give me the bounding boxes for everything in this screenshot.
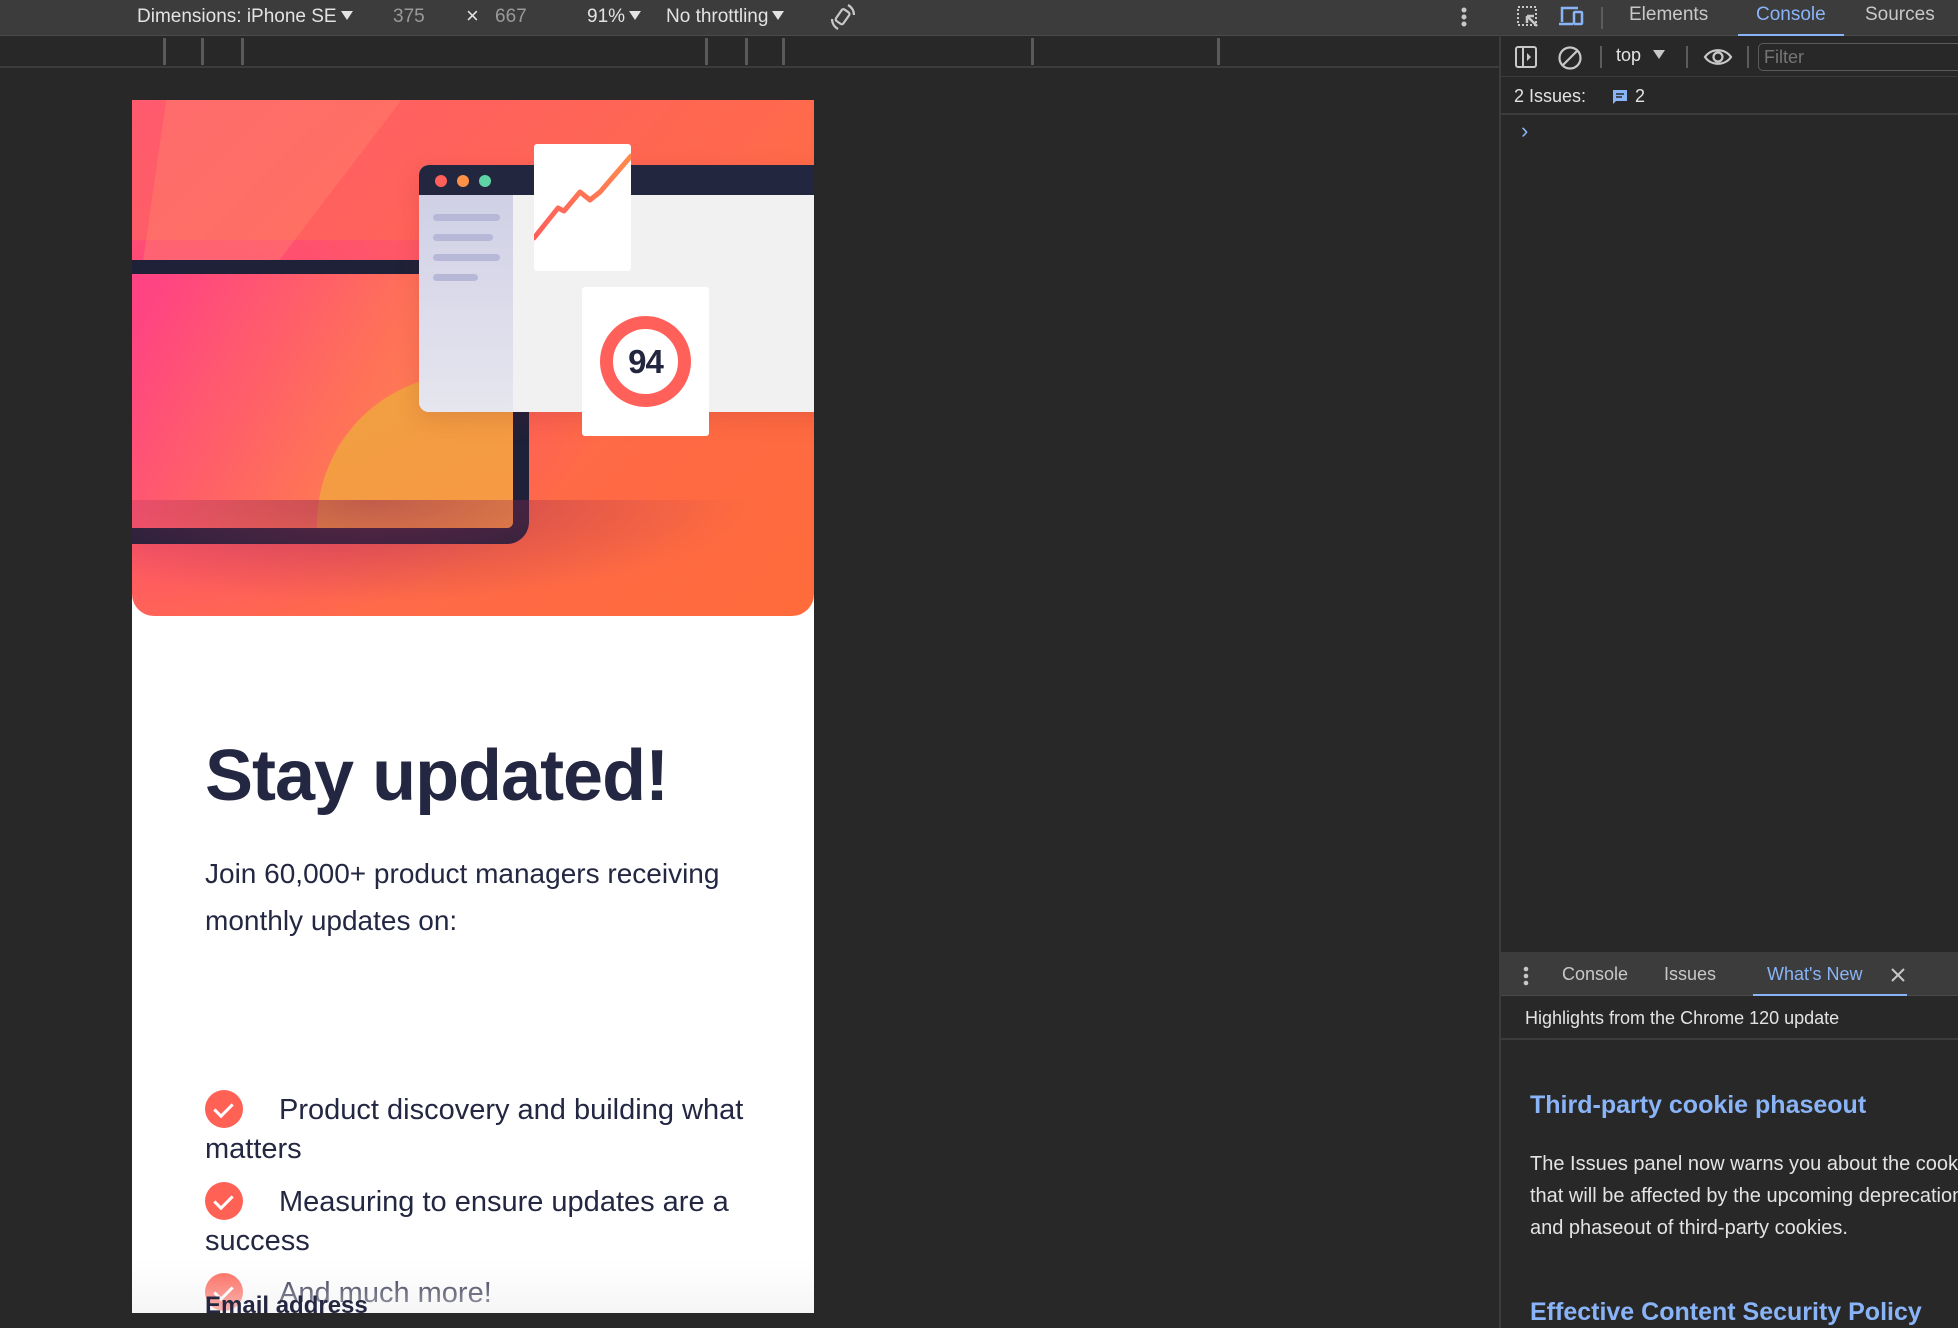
feature-item: Measuring to ensure updates are a succes… — [205, 1182, 745, 1261]
throttling-dropdown[interactable]: No throttling — [666, 4, 785, 30]
close-dot-icon — [435, 175, 447, 187]
feature-item: Product discovery and building what matt… — [205, 1090, 745, 1169]
chevron-down-icon — [772, 11, 785, 20]
devtools-tab-bar: Elements Console Sources — [1501, 0, 1958, 36]
hero-shadow — [132, 500, 814, 616]
divider — [1501, 1038, 1958, 1040]
device-dimensions-dropdown[interactable]: Dimensions: iPhone SE — [137, 4, 353, 30]
clear-console-icon[interactable] — [1557, 45, 1583, 76]
score-ring: 94 — [600, 316, 691, 407]
devtools-drawer: Console Issues What's New Highlights fro… — [1501, 952, 1958, 1328]
ruler-tick[interactable] — [705, 38, 708, 65]
sidebar-line — [433, 254, 500, 261]
chart-card — [534, 144, 631, 271]
sidebar-line — [433, 274, 478, 281]
tab-elements[interactable]: Elements — [1629, 0, 1708, 36]
issues-label: 2 Issues: — [1514, 86, 1587, 106]
device-dimensions-label: Dimensions: iPhone SE — [137, 6, 337, 27]
drawer-tab-label: What's New — [1767, 964, 1863, 984]
drawer-tab-console[interactable]: Console — [1562, 954, 1628, 996]
email-label: Email address — [205, 1292, 368, 1313]
console-filter-input[interactable] — [1758, 43, 1958, 71]
issues-bar[interactable]: 2 Issues: 2 — [1501, 78, 1958, 115]
device-toolbar: Dimensions: iPhone SE 375 × 667 91% No t… — [0, 0, 1499, 36]
highlights-text: Highlights from the Chrome 120 update — [1525, 1008, 1840, 1028]
message-icon — [1611, 88, 1629, 111]
score-card: 94 — [582, 287, 709, 436]
close-icon[interactable] — [1890, 967, 1906, 988]
devtools-panel: Elements Console Sources top 2 Issues: 2… — [1499, 0, 1958, 1328]
hero-illustration: 94 — [132, 100, 814, 616]
chevron-down-icon — [629, 11, 642, 20]
tab-console[interactable]: Console — [1738, 0, 1844, 36]
ruler-tick[interactable] — [241, 38, 244, 65]
page-title: Stay updated! — [205, 736, 669, 816]
viewport-width-input[interactable]: 375 — [393, 4, 425, 30]
trend-line-icon — [534, 153, 631, 241]
chevron-down-icon — [340, 11, 353, 20]
drawer-tab-bar: Console Issues What's New — [1501, 954, 1958, 996]
tab-sources[interactable]: Sources — [1865, 0, 1935, 36]
feature-text: Product discovery and building what matt… — [205, 1094, 744, 1165]
sidebar-line — [433, 234, 493, 241]
console-prompt-icon[interactable]: › — [1521, 118, 1528, 144]
browser-sidebar — [419, 195, 513, 412]
separator — [1686, 46, 1688, 68]
zoom-label: 91% — [587, 6, 626, 27]
viewport-height-input[interactable]: 667 — [495, 4, 527, 30]
throttling-label: No throttling — [666, 6, 769, 27]
live-expression-eye-icon[interactable] — [1703, 45, 1733, 74]
maximize-dot-icon — [479, 175, 491, 187]
mobile-page: 94 Stay updated! Join 60,000+ product ma… — [132, 100, 814, 1313]
minimize-dot-icon — [457, 175, 469, 187]
separator — [1601, 7, 1603, 29]
score-value: 94 — [628, 342, 664, 380]
separator — [1600, 46, 1602, 68]
feature-text: Measuring to ensure updates are a succes… — [205, 1186, 729, 1257]
chevron-down-icon — [1653, 50, 1666, 59]
issues-count: 2 — [1635, 86, 1646, 106]
ruler-tick[interactable] — [782, 38, 785, 65]
sidebar-line — [433, 214, 500, 221]
ruler-tick[interactable] — [1031, 38, 1034, 65]
sidebar-toggle-icon[interactable] — [1514, 45, 1538, 74]
drawer-menu-icon[interactable] — [1523, 966, 1529, 991]
console-toolbar: top — [1501, 37, 1958, 77]
ruler-tick[interactable] — [1217, 38, 1220, 65]
drawer-tab-whats-new[interactable]: What's New — [1753, 954, 1907, 996]
ruler-tick[interactable] — [745, 38, 748, 65]
rotate-icon[interactable] — [828, 2, 858, 40]
check-icon — [205, 1182, 243, 1220]
context-selector[interactable]: top — [1616, 45, 1666, 66]
article-body: The Issues panel now warns you about the… — [1530, 1153, 1958, 1239]
device-toolbar-icon[interactable] — [1557, 4, 1585, 35]
intro-text: Join 60,000+ product managers receiving … — [205, 858, 720, 936]
more-options-icon[interactable] — [1460, 4, 1468, 38]
ruler-tick[interactable] — [201, 38, 204, 65]
zoom-dropdown[interactable]: 91% — [587, 4, 642, 30]
times-icon: × — [466, 3, 479, 28]
context-label: top — [1616, 45, 1642, 65]
check-icon — [205, 1090, 243, 1128]
article-title[interactable]: Third-party cookie phaseout — [1530, 1091, 1866, 1120]
separator — [1747, 46, 1749, 68]
article-title[interactable]: Effective Content Security Policy — [1530, 1298, 1922, 1327]
drawer-tab-issues[interactable]: Issues — [1664, 954, 1716, 996]
ruler-tick[interactable] — [163, 38, 166, 65]
inspect-element-icon[interactable] — [1515, 4, 1541, 35]
media-query-ruler[interactable] — [0, 36, 1499, 68]
